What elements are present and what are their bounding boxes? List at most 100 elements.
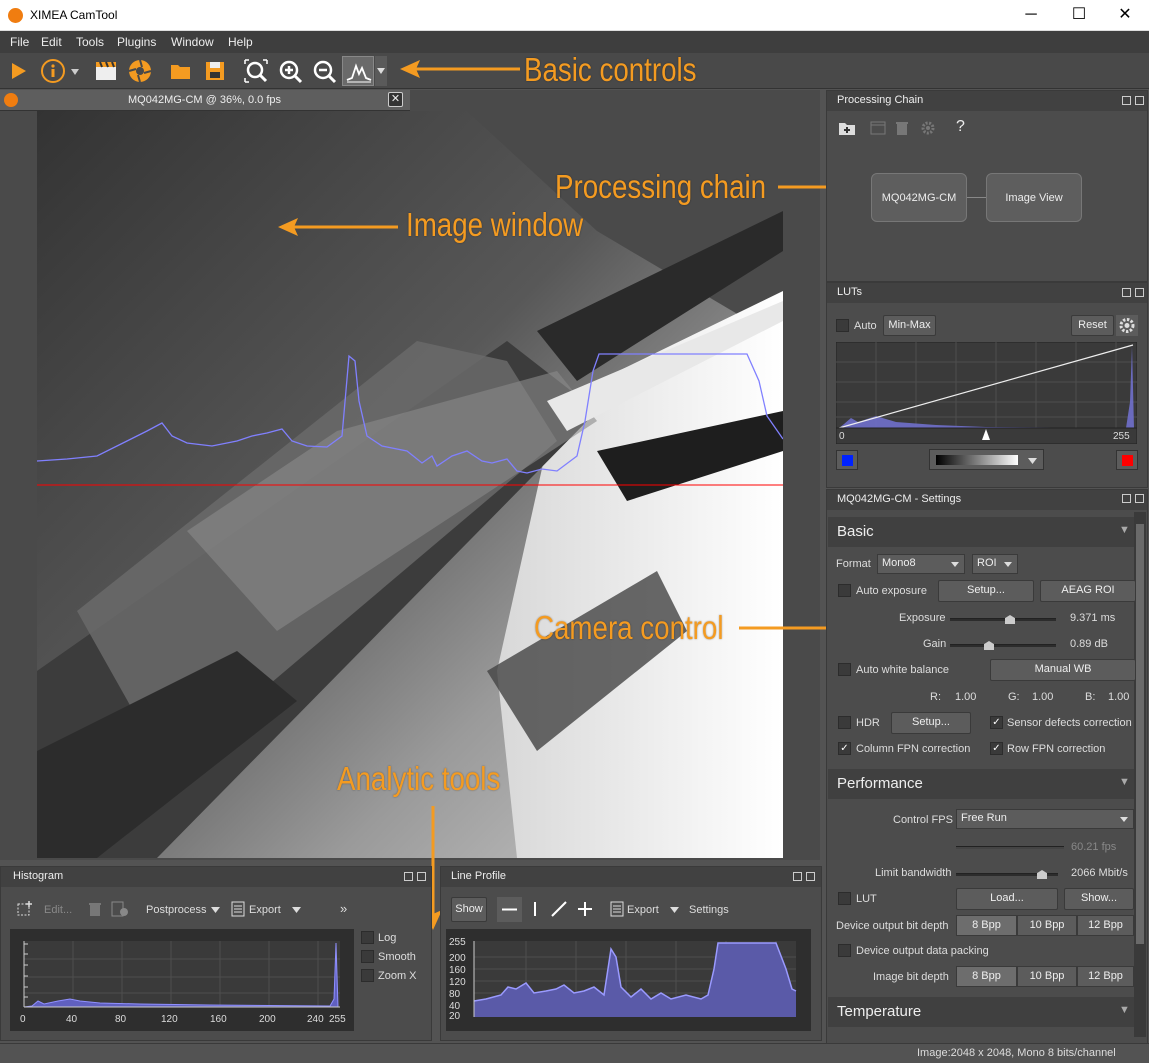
zoom-x-checkbox[interactable] — [361, 969, 374, 982]
section-performance[interactable]: Performance — [828, 769, 1134, 799]
clapper-icon[interactable] — [93, 58, 119, 84]
hdr-setup-button[interactable]: Setup... — [891, 712, 971, 734]
float-icon[interactable] — [1122, 288, 1131, 297]
profile-export-button[interactable]: Export — [627, 904, 659, 916]
close-panel-icon[interactable] — [806, 872, 815, 881]
exposure-setup-button[interactable]: Setup... — [938, 580, 1034, 602]
menu-file[interactable]: File — [10, 35, 29, 49]
menu-tools[interactable]: Tools — [76, 35, 104, 49]
close-panel-icon[interactable] — [417, 872, 426, 881]
image-tab-close-button[interactable]: ✕ — [388, 92, 403, 107]
luts-settings-gear-icon[interactable] — [1116, 315, 1138, 336]
float-icon[interactable] — [1122, 494, 1131, 503]
menu-edit[interactable]: Edit — [41, 35, 62, 49]
sensor-defects-checkbox[interactable]: ✓ — [990, 716, 1003, 729]
luts-auto-checkbox[interactable] — [836, 319, 849, 332]
help-icon[interactable]: ? — [956, 118, 965, 136]
luts-reset-button[interactable]: Reset — [1071, 315, 1114, 336]
zoom-in-icon[interactable] — [277, 58, 303, 84]
export-icon[interactable] — [610, 901, 624, 917]
image-tab[interactable]: MQ042MG-CM @ 36%, 0.0 fps ✕ — [0, 90, 410, 111]
auto-exposure-checkbox[interactable] — [838, 584, 851, 597]
profile-settings-button[interactable]: Settings — [689, 904, 729, 916]
hist-edit-button[interactable]: Edit... — [44, 904, 72, 916]
hist-export-button[interactable]: Export — [249, 904, 281, 916]
histogram-chart[interactable] — [10, 929, 354, 1031]
luts-minmax-button[interactable]: Min-Max — [883, 315, 936, 336]
scrollbar-thumb[interactable] — [1136, 524, 1144, 944]
export-icon[interactable] — [231, 901, 245, 917]
clear-list-icon[interactable] — [111, 901, 129, 917]
float-icon[interactable] — [793, 872, 802, 881]
menu-window[interactable]: Window — [171, 35, 214, 49]
lut-gradient-dropdown[interactable] — [929, 449, 1044, 470]
close-button[interactable]: ✕ — [1102, 0, 1148, 31]
bit-depth-8-button[interactable]: 8 Bpp — [956, 915, 1017, 936]
play-icon[interactable] — [5, 58, 31, 84]
trash-icon[interactable] — [895, 120, 909, 136]
aperture-icon[interactable] — [127, 58, 153, 84]
chain-node-camera[interactable]: MQ042MG-CM — [871, 173, 967, 222]
diagonal-line-icon[interactable] — [550, 900, 568, 918]
crosshair-icon[interactable] — [576, 900, 594, 918]
window-icon[interactable] — [870, 121, 886, 135]
gain-slider[interactable] — [950, 641, 1056, 650]
bit-depth-10-button[interactable]: 10 Bpp — [1017, 915, 1077, 936]
collapse-icon[interactable]: ▼ — [1119, 1004, 1130, 1016]
lut-curve-graph[interactable] — [836, 342, 1137, 444]
gear-icon[interactable] — [920, 120, 936, 136]
chevron-down-icon[interactable] — [670, 907, 679, 913]
close-panel-icon[interactable] — [1135, 288, 1144, 297]
roi-select-icon[interactable] — [16, 900, 34, 918]
save-icon[interactable] — [202, 58, 228, 84]
horizontal-line-icon[interactable] — [497, 897, 522, 922]
close-panel-icon[interactable] — [1135, 96, 1144, 105]
chevron-down-icon[interactable] — [211, 907, 220, 913]
roi-select[interactable]: ROI — [972, 554, 1018, 574]
more-button[interactable]: » — [340, 901, 347, 916]
format-select[interactable]: Mono8 — [877, 554, 965, 574]
dropdown-icon[interactable] — [70, 68, 80, 76]
folder-icon[interactable] — [168, 58, 194, 84]
trash-icon[interactable] — [88, 901, 102, 917]
manual-wb-button[interactable]: Manual WB — [990, 659, 1136, 681]
show-button[interactable]: Show — [451, 897, 487, 922]
lut-show-button[interactable]: Show... — [1064, 888, 1134, 910]
lut-color-right-button[interactable] — [1116, 450, 1138, 470]
menu-help[interactable]: Help — [228, 35, 253, 49]
zoom-out-icon[interactable] — [311, 58, 337, 84]
packing-checkbox[interactable] — [838, 944, 851, 957]
bandwidth-slider[interactable] — [956, 870, 1058, 879]
profile-button[interactable] — [342, 56, 374, 86]
img-bit-depth-12-button[interactable]: 12 Bpp — [1077, 966, 1134, 987]
float-icon[interactable] — [1122, 96, 1131, 105]
awb-checkbox[interactable] — [838, 663, 851, 676]
chevron-down-icon[interactable] — [292, 907, 301, 913]
hdr-checkbox[interactable] — [838, 716, 851, 729]
col-fpn-checkbox[interactable]: ✓ — [838, 742, 851, 755]
section-temperature[interactable]: Temperature — [828, 997, 1134, 1027]
zoom-fit-icon[interactable] — [243, 58, 269, 84]
chain-node-image-view[interactable]: Image View — [986, 173, 1082, 222]
lut-checkbox[interactable] — [838, 892, 851, 905]
aeag-roi-button[interactable]: AEAG ROI — [1040, 580, 1136, 602]
profile-dropdown[interactable] — [375, 56, 387, 86]
close-panel-icon[interactable] — [1135, 494, 1144, 503]
maximize-button[interactable]: ☐ — [1056, 0, 1102, 31]
line-profile-chart[interactable] — [446, 929, 811, 1031]
vertical-line-icon[interactable] — [526, 900, 544, 918]
info-icon[interactable] — [40, 58, 66, 84]
bit-depth-12-button[interactable]: 12 Bpp — [1077, 915, 1134, 936]
float-icon[interactable] — [404, 872, 413, 881]
row-fpn-checkbox[interactable]: ✓ — [990, 742, 1003, 755]
smooth-checkbox[interactable] — [361, 950, 374, 963]
menu-plugins[interactable]: Plugins — [117, 35, 156, 49]
exposure-slider[interactable] — [950, 615, 1056, 624]
img-bit-depth-10-button[interactable]: 10 Bpp — [1017, 966, 1077, 987]
control-fps-select[interactable]: Free Run — [956, 809, 1134, 829]
minimize-button[interactable]: ─ — [1008, 0, 1054, 31]
section-basic[interactable]: Basic — [828, 517, 1134, 547]
lut-load-button[interactable]: Load... — [956, 888, 1058, 910]
collapse-icon[interactable]: ▼ — [1119, 776, 1130, 788]
collapse-icon[interactable]: ▼ — [1119, 524, 1130, 536]
